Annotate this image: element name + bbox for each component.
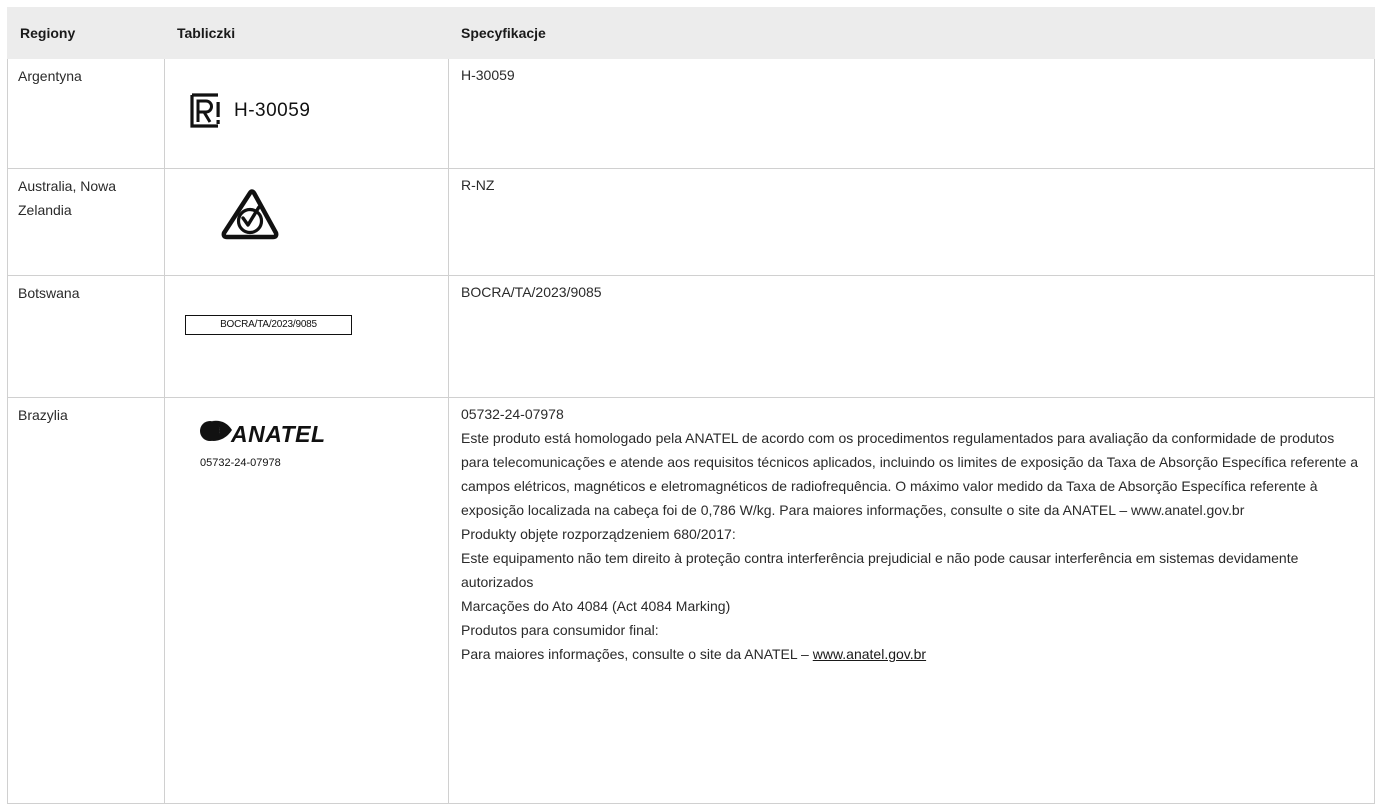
- spec-line: Este equipamento não tem direito à prote…: [461, 550, 1299, 590]
- region-cell: Botswana: [7, 275, 165, 398]
- spec-cell: H-30059: [448, 58, 1375, 169]
- anatel-site-link[interactable]: www.anatel.gov.br: [813, 646, 926, 662]
- header-specs: Specyfikacje: [448, 7, 1375, 59]
- plate-cell: H-30059: [164, 58, 449, 169]
- spec-cell: BOCRA/TA/2023/9085: [448, 275, 1375, 398]
- page: Regiony Tabliczki Specyfikacje Argentyna: [0, 0, 1375, 805]
- table-row: Brazylia ANATEL 05732-24-07978 05732-24-…: [7, 397, 1375, 804]
- plate-cell: [164, 168, 449, 276]
- spec-line-prefix: Para maiores informações, consulte o sit…: [461, 646, 813, 662]
- plate-cell: ANATEL 05732-24-07978: [164, 397, 449, 804]
- anatel-logo-icon: [199, 418, 233, 449]
- plate-cell: BOCRA/TA/2023/9085: [164, 275, 449, 398]
- anatel-plate-code: 05732-24-07978: [200, 457, 281, 469]
- region-cell: Australia, Nowa Zelandia: [7, 168, 165, 276]
- r-certification-mark-icon: [190, 93, 222, 128]
- table-row: Botswana BOCRA/TA/2023/9085 BOCRA/TA/202…: [7, 275, 1375, 398]
- rcm-mark-icon: [219, 187, 281, 250]
- spec-line: Este produto está homologado pela ANATEL…: [461, 430, 1359, 518]
- spec-line: Produtos para consumidor final:: [461, 622, 659, 638]
- anatel-logo: ANATEL: [199, 418, 339, 449]
- region-cell: Brazylia: [7, 397, 165, 804]
- table-row: Argentyna H-30059 H-30059: [7, 58, 1375, 169]
- spec-cell: 05732-24-07978 Este produto está homolog…: [448, 397, 1375, 804]
- spec-line: Marcações do Ato 4084 (Act 4084 Marking): [461, 598, 731, 614]
- table-header-row: Regiony Tabliczki Specyfikacje: [7, 7, 1375, 59]
- regulatory-table: Regiony Tabliczki Specyfikacje Argentyna: [7, 7, 1375, 804]
- spec-line: Para maiores informações, consulte o sit…: [461, 642, 1362, 666]
- region-cell: Argentyna: [7, 58, 165, 169]
- spec-line: 05732-24-07978: [461, 406, 564, 422]
- spec-line: Produkty objęte rozporządzeniem 680/2017…: [461, 526, 736, 542]
- bocra-plate: BOCRA/TA/2023/9085: [185, 315, 352, 335]
- spec-cell: R-NZ: [448, 168, 1375, 276]
- anatel-wordmark: ANATEL: [231, 420, 326, 447]
- header-regions: Regiony: [7, 7, 165, 59]
- anatel-plate: ANATEL 05732-24-07978: [199, 418, 339, 475]
- table-row: Australia, Nowa Zelandia R-NZ: [7, 168, 1375, 276]
- argentina-plate: H-30059: [190, 93, 310, 128]
- argentina-plate-code: H-30059: [234, 99, 311, 121]
- header-plates: Tabliczki: [164, 7, 449, 59]
